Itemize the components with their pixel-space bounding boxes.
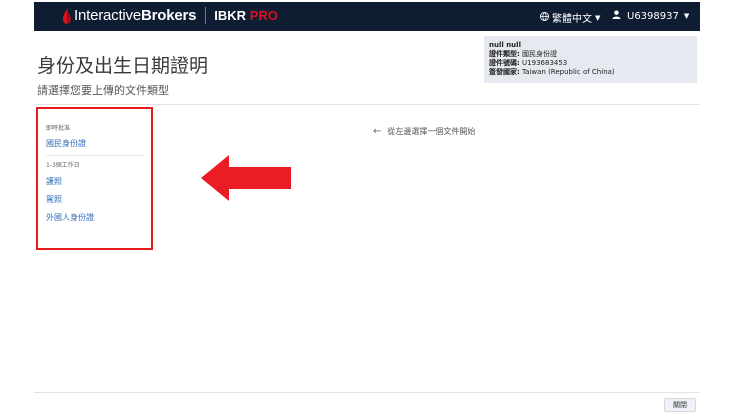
info-doc-type: 證件類型: 國民身份證 (489, 50, 558, 58)
brand-separator (205, 7, 207, 24)
user-id-label: U6398937 (627, 10, 679, 22)
hint-text: 從左邊選擇一個文件開始 (387, 127, 476, 136)
close-button[interactable]: 關閉 (664, 398, 696, 412)
ib-flame-icon (63, 7, 71, 24)
page-title: 身份及出生日期證明 (37, 55, 209, 77)
caret-down-icon: ▼ (683, 12, 690, 20)
arrow-left-icon: ← (373, 126, 382, 137)
info-issuing-country: 簽發國家: Taiwan (Republic of China) (489, 68, 615, 76)
business-days-label: 1-3個工作日 (46, 162, 80, 169)
doc-option-foreign-resident-id[interactable]: 外國人身份證 (46, 212, 94, 223)
top-navigation-bar: InteractiveBrokers IBKR PRO 繁體中文 ▼ U6398… (34, 2, 700, 31)
selection-hint: ← 從左邊選擇一個文件開始 (373, 126, 475, 137)
brand-product: IBKR PRO (214, 8, 278, 23)
instant-approval-label: 即時批准 (46, 125, 71, 132)
globe-icon (540, 11, 549, 24)
page-subtitle: 請選擇您要上傳的文件類型 (37, 84, 169, 97)
user-icon (612, 10, 621, 22)
section-divider (46, 155, 144, 156)
header-divider (34, 104, 700, 105)
info-name: null null (489, 41, 521, 49)
red-arrow-left-icon (201, 155, 291, 201)
document-info-box: null null 證件類型: 國民身份證 證件號碼: U193683453 簽… (484, 36, 697, 83)
user-menu[interactable]: U6398937 ▼ (612, 10, 689, 22)
brand-name: InteractiveBrokers (74, 7, 197, 24)
doc-option-national-id[interactable]: 國民身份證 (46, 138, 86, 149)
language-label: 繁體中文 (552, 14, 592, 25)
brand-logo[interactable]: InteractiveBrokers IBKR PRO (62, 7, 278, 24)
footer-divider (34, 392, 700, 393)
language-selector[interactable]: 繁體中文 ▼ (540, 10, 600, 25)
doc-option-passport[interactable]: 護照 (46, 176, 62, 187)
caret-down-icon: ▼ (595, 13, 601, 22)
info-doc-number: 證件號碼: U193683453 (489, 59, 568, 67)
doc-option-drivers-license[interactable]: 駕照 (46, 194, 62, 205)
